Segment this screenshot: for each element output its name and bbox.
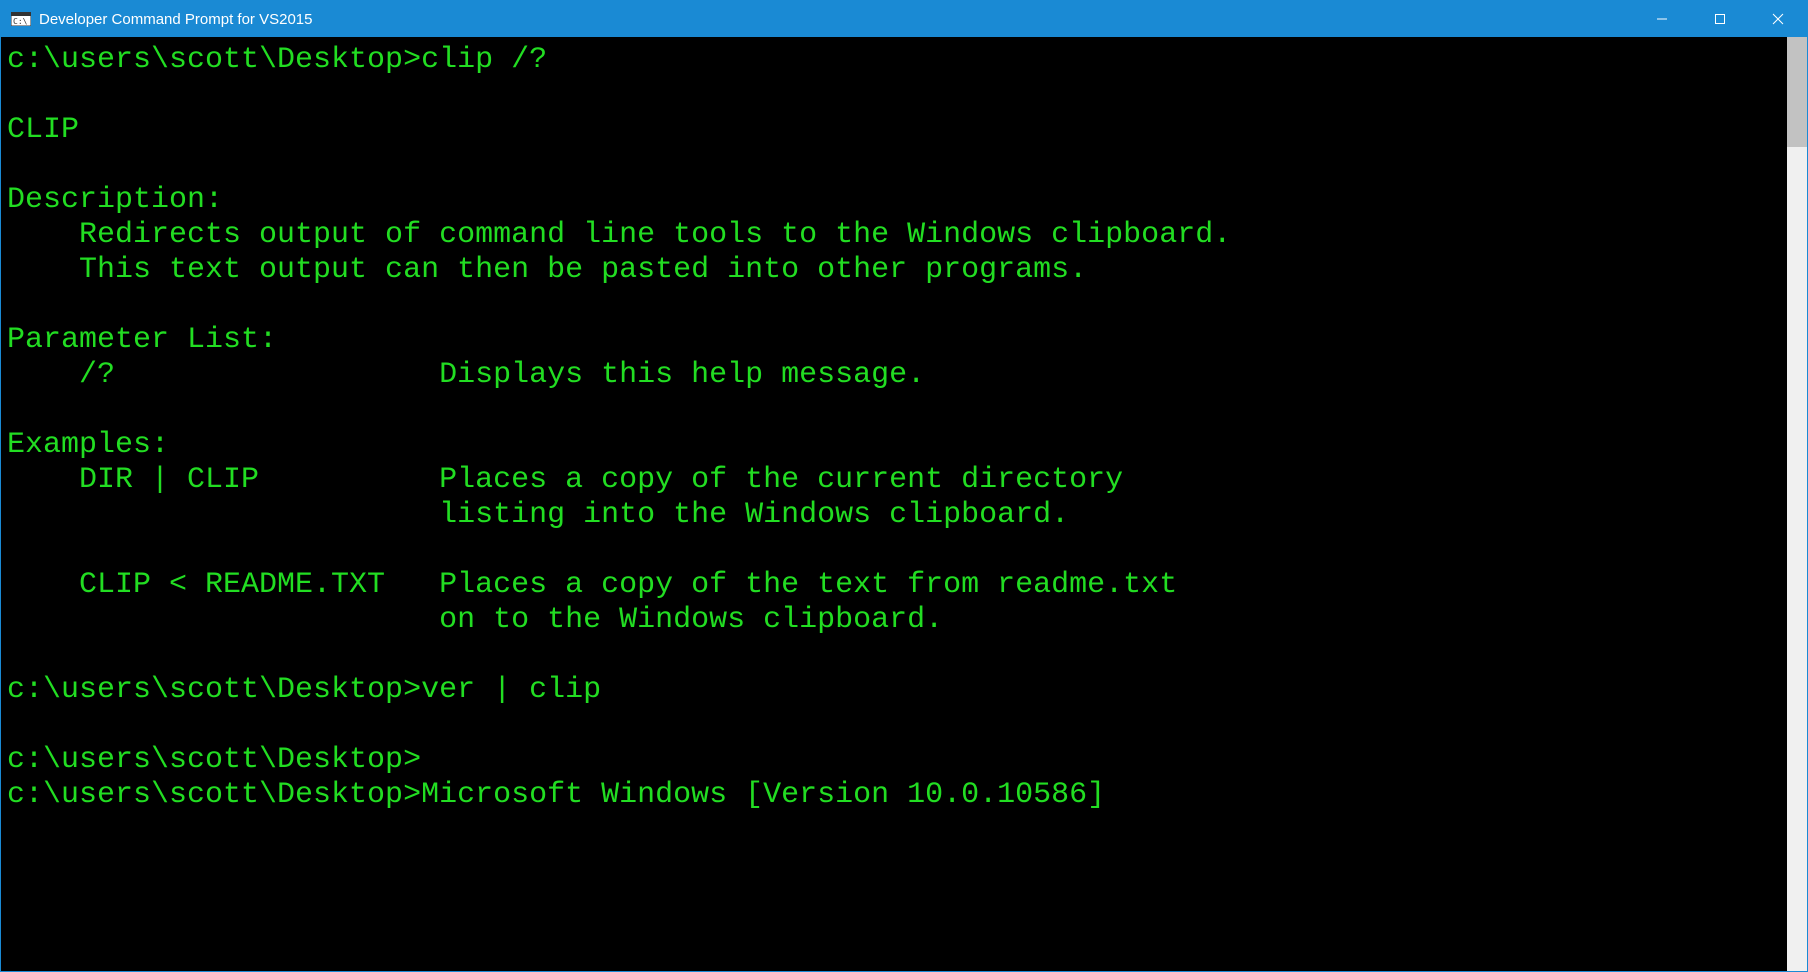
terminal-output[interactable]: c:\users\scott\Desktop>clip /? CLIP Desc…	[1, 37, 1787, 971]
terminal-line: on to the Windows clipboard.	[7, 603, 1787, 638]
terminal-line: CLIP < README.TXT Places a copy of the t…	[7, 568, 1787, 603]
svg-text:C:\: C:\	[13, 17, 28, 26]
terminal-line: This text output can then be pasted into…	[7, 253, 1787, 288]
terminal-line	[7, 393, 1787, 428]
terminal-line: c:\users\scott\Desktop>	[7, 743, 1787, 778]
scrollbar-thumb[interactable]	[1787, 37, 1807, 147]
terminal-line: listing into the Windows clipboard.	[7, 498, 1787, 533]
terminal-line: /? Displays this help message.	[7, 358, 1787, 393]
window-controls	[1633, 1, 1807, 37]
terminal-line: CLIP	[7, 113, 1787, 148]
minimize-button[interactable]	[1633, 1, 1691, 37]
window-title: Developer Command Prompt for VS2015	[39, 11, 312, 28]
terminal-line	[7, 708, 1787, 743]
terminal-line: Examples:	[7, 428, 1787, 463]
terminal-line	[7, 78, 1787, 113]
maximize-button[interactable]	[1691, 1, 1749, 37]
terminal-line: DIR | CLIP Places a copy of the current …	[7, 463, 1787, 498]
close-button[interactable]	[1749, 1, 1807, 37]
vertical-scrollbar[interactable]	[1787, 37, 1807, 971]
terminal-line: Description:	[7, 183, 1787, 218]
terminal-line	[7, 148, 1787, 183]
terminal-line: Parameter List:	[7, 323, 1787, 358]
terminal-line: c:\users\scott\Desktop>Microsoft Windows…	[7, 778, 1787, 813]
terminal-line: Redirects output of command line tools t…	[7, 218, 1787, 253]
cmd-icon: C:\	[11, 11, 31, 27]
client-area: c:\users\scott\Desktop>clip /? CLIP Desc…	[1, 37, 1807, 971]
terminal-line	[7, 533, 1787, 568]
terminal-line	[7, 638, 1787, 673]
terminal-line: c:\users\scott\Desktop>clip /?	[7, 43, 1787, 78]
terminal-line: c:\users\scott\Desktop>ver | clip	[7, 673, 1787, 708]
terminal-line	[7, 288, 1787, 323]
titlebar[interactable]: C:\ Developer Command Prompt for VS2015	[1, 1, 1807, 37]
command-prompt-window: C:\ Developer Command Prompt for VS2015 …	[0, 0, 1808, 972]
